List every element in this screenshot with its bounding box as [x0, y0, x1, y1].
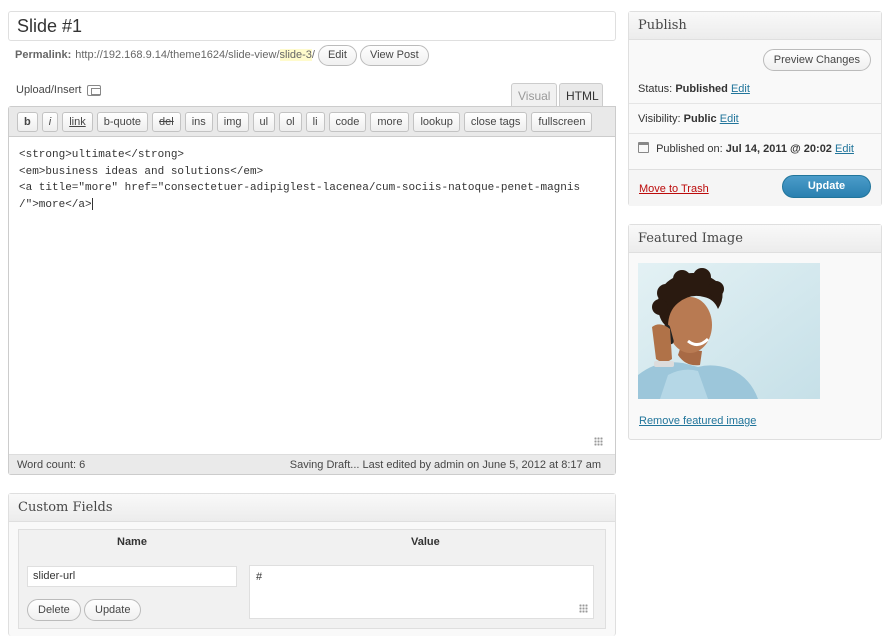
- cf-name-input[interactable]: slider-url: [27, 566, 237, 587]
- qt-ul-button[interactable]: ul: [252, 111, 276, 132]
- cf-value-resize-handle[interactable]: [579, 604, 588, 613]
- visibility-label: Visibility:: [638, 113, 681, 125]
- tab-html[interactable]: HTML: [559, 83, 603, 107]
- update-button[interactable]: Update: [782, 175, 871, 198]
- remove-featured-image-link[interactable]: Remove featured image: [639, 415, 756, 427]
- cf-value-text: #: [256, 571, 263, 583]
- cf-value-textarea[interactable]: #: [249, 565, 594, 619]
- qt-li-button[interactable]: li: [305, 111, 325, 132]
- autosave-status: Saving Draft... Last edited by admin on …: [289, 458, 601, 471]
- post-title-input[interactable]: Slide #1: [8, 11, 616, 41]
- visibility-value: Public: [683, 113, 717, 125]
- featured-image-box: Featured Image Remove featured image: [628, 224, 882, 440]
- qt-lookup-button[interactable]: lookup: [413, 111, 460, 132]
- content-line: /">more</a>: [19, 198, 92, 211]
- publish-box: Publish Preview Changes Status: Publishe…: [628, 11, 882, 206]
- status-value: Published: [675, 83, 728, 95]
- editor-status-bar: Word count: 6 Saving Draft... Last edite…: [9, 454, 615, 474]
- calendar-icon: [638, 142, 649, 153]
- edit-permalink-button[interactable]: Edit: [317, 44, 357, 66]
- qt-img-button[interactable]: img: [216, 111, 249, 132]
- qt-del-button[interactable]: del: [152, 111, 181, 132]
- qt-more-button[interactable]: more: [370, 111, 410, 132]
- tab-visual[interactable]: Visual: [511, 83, 557, 107]
- upload-insert-row: Upload/Insert: [16, 84, 102, 96]
- custom-fields-title[interactable]: Custom Fields: [9, 494, 615, 522]
- move-to-trash-link[interactable]: Move to Trash: [639, 183, 709, 195]
- qt-blockquote-button[interactable]: b-quote: [96, 111, 149, 132]
- qt-fullscreen-button[interactable]: fullscreen: [531, 111, 593, 132]
- preview-changes-button[interactable]: Preview Changes: [762, 49, 871, 71]
- edit-date-link[interactable]: Edit: [835, 143, 854, 155]
- permalink-trailing-slash: /: [311, 49, 315, 61]
- visibility-row: Visibility: Public Edit: [638, 113, 739, 125]
- html-editor: b i link b-quote del ins img ul ol li co…: [8, 106, 616, 475]
- permalink-label: Permalink:: [15, 49, 72, 61]
- publish-title[interactable]: Publish: [629, 12, 881, 40]
- post-status-row: Status: Published Edit: [638, 83, 750, 95]
- publish-actions: Move to Trash Update: [629, 169, 881, 206]
- edit-visibility-link[interactable]: Edit: [720, 113, 739, 125]
- editor-resize-handle[interactable]: [594, 437, 603, 446]
- cf-value-header: Value: [411, 536, 440, 548]
- upload-insert-label: Upload/Insert: [16, 84, 82, 96]
- qt-ol-button[interactable]: ol: [279, 111, 302, 132]
- publish-date-row: Published on: Jul 14, 2011 @ 20:02 Edit: [638, 142, 854, 155]
- permalink-base-url: http://192.168.9.14/theme1624/slide-view…: [75, 49, 280, 61]
- custom-fields-box: Custom Fields Name Value slider-url # De…: [8, 493, 616, 636]
- text-caret: [91, 197, 93, 210]
- qt-link-button[interactable]: link: [62, 111, 93, 132]
- published-on-label: Published on:: [656, 143, 723, 155]
- word-count: Word count: 6: [17, 458, 86, 471]
- view-post-button[interactable]: View Post: [359, 44, 429, 66]
- quicktags-toolbar: b i link b-quote del ins img ul ol li co…: [9, 107, 615, 137]
- add-media-icon[interactable]: [87, 84, 102, 96]
- qt-code-button[interactable]: code: [328, 111, 367, 132]
- content-line: <strong>ultimate</strong>: [19, 149, 185, 161]
- permalink-row: Permalink: http://192.168.9.14/theme1624…: [15, 44, 429, 66]
- cf-update-button[interactable]: Update: [84, 599, 142, 621]
- featured-image-photo: [638, 263, 820, 399]
- status-label: Status:: [638, 83, 673, 95]
- content-line: <em>business ideas and solutions</em>: [19, 165, 264, 178]
- edit-status-link[interactable]: Edit: [731, 83, 750, 95]
- featured-image-thumbnail[interactable]: [638, 263, 820, 399]
- content-line: <a title="more" href="consectetuer-adipi…: [19, 182, 581, 194]
- qt-ins-button[interactable]: ins: [184, 111, 213, 132]
- divider: [629, 133, 881, 134]
- qt-bold-button[interactable]: b: [17, 111, 38, 132]
- qt-close-tags-button[interactable]: close tags: [463, 111, 528, 132]
- content-textarea[interactable]: <strong>ultimate</strong> <em>business id…: [19, 147, 599, 213]
- published-on-value: Jul 14, 2011 @ 20:02: [725, 143, 832, 155]
- featured-image-title[interactable]: Featured Image: [629, 225, 881, 253]
- cf-delete-button[interactable]: Delete: [27, 599, 81, 621]
- permalink-slug[interactable]: slide-3: [279, 49, 312, 61]
- qt-italic-button[interactable]: i: [41, 111, 59, 132]
- divider: [629, 103, 881, 104]
- custom-fields-table: Name Value slider-url # Delete Update: [18, 529, 606, 629]
- cf-name-header: Name: [117, 536, 147, 548]
